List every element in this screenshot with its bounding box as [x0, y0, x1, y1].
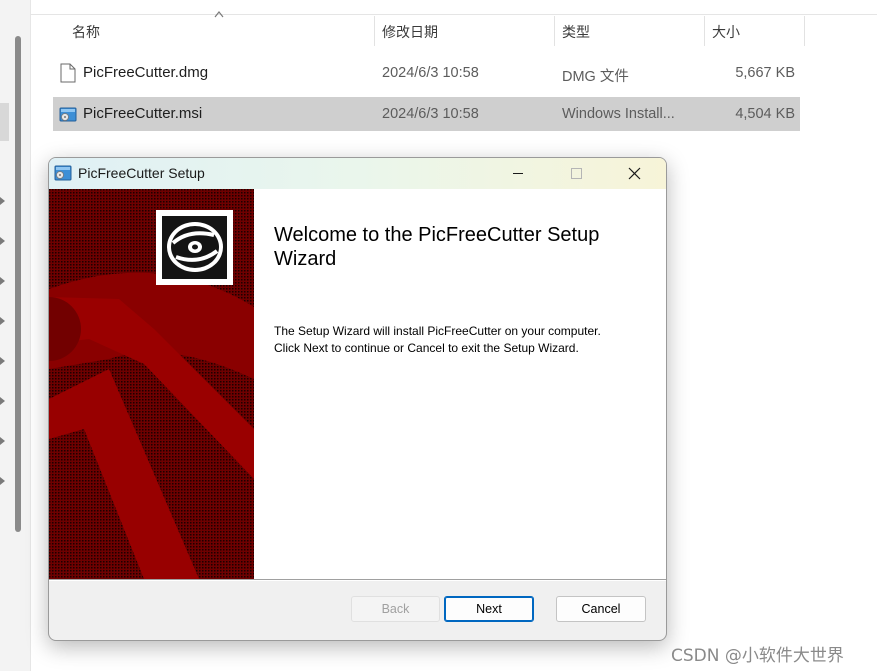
chevron-right-icon[interactable]	[0, 237, 5, 245]
file-modified: 2024/6/3 10:58	[382, 65, 479, 81]
navigation-pane	[0, 0, 31, 671]
column-divider[interactable]	[374, 16, 375, 46]
file-size: 5,667 KB	[735, 65, 795, 81]
file-type: Windows Install...	[562, 106, 675, 122]
cancel-button[interactable]: Cancel	[556, 596, 646, 622]
blank-file-icon	[60, 63, 76, 83]
close-icon	[628, 167, 641, 180]
back-button: Back	[351, 596, 440, 622]
dialog-titlebar[interactable]: PicFreeCutter Setup	[49, 158, 666, 189]
navigation-selected-item[interactable]	[0, 103, 9, 141]
wizard-description-line: Click Next to continue or Cancel to exit…	[274, 341, 579, 355]
column-divider[interactable]	[704, 16, 705, 46]
chevron-right-icon[interactable]	[0, 317, 5, 325]
installer-icon	[59, 107, 77, 122]
file-type: DMG 文件	[562, 69, 629, 85]
column-divider[interactable]	[554, 16, 555, 46]
sort-ascending-icon	[214, 11, 224, 18]
header-divider	[30, 14, 877, 15]
column-header-size[interactable]: 大小	[712, 22, 740, 42]
column-header-type[interactable]: 类型	[562, 22, 590, 42]
file-row-selected[interactable]: PicFreeCutter.msi 2024/6/3 10:58 Windows…	[53, 97, 800, 131]
file-row[interactable]: PicFreeCutter.dmg 2024/6/3 10:58 DMG 文件 …	[53, 56, 800, 90]
file-name: PicFreeCutter.msi	[83, 105, 203, 122]
maximize-icon	[571, 168, 582, 179]
cd-disc-icon	[167, 222, 223, 272]
chevron-right-icon[interactable]	[0, 477, 5, 485]
navigation-scrollbar[interactable]	[15, 36, 21, 532]
column-header-modified[interactable]: 修改日期	[382, 22, 438, 42]
close-button[interactable]	[611, 158, 657, 189]
dialog-title: PicFreeCutter Setup	[78, 165, 205, 181]
minimize-icon	[513, 173, 523, 174]
watermark-text: CSDN @小软件大世界	[671, 646, 844, 666]
wizard-heading: Welcome to the PicFreeCutter Setup Wizar…	[274, 224, 600, 270]
wizard-content: Welcome to the PicFreeCutter Setup Wizar…	[254, 189, 666, 579]
next-button[interactable]: Next	[444, 596, 534, 622]
chevron-right-icon[interactable]	[0, 277, 5, 285]
banner-artwork	[49, 189, 254, 579]
setup-wizard-dialog: PicFreeCutter Setup Welcome to the PicFr…	[48, 157, 667, 641]
column-divider[interactable]	[804, 16, 805, 46]
chevron-right-icon[interactable]	[0, 397, 5, 405]
maximize-button	[553, 158, 599, 189]
file-size: 4,504 KB	[735, 106, 795, 122]
wizard-description-line: The Setup Wizard will install PicFreeCut…	[274, 324, 601, 338]
chevron-right-icon[interactable]	[0, 197, 5, 205]
file-modified: 2024/6/3 10:58	[382, 106, 479, 122]
chevron-right-icon[interactable]	[0, 437, 5, 445]
wizard-banner-image	[49, 189, 254, 579]
button-bar-divider-highlight	[49, 580, 666, 581]
column-header-name[interactable]: 名称	[72, 22, 100, 42]
chevron-right-icon[interactable]	[0, 357, 5, 365]
wizard-description: The Setup Wizard will install PicFreeCut…	[274, 323, 654, 357]
installer-icon	[54, 165, 72, 181]
minimize-button[interactable]	[495, 158, 541, 189]
file-name: PicFreeCutter.dmg	[83, 64, 209, 81]
